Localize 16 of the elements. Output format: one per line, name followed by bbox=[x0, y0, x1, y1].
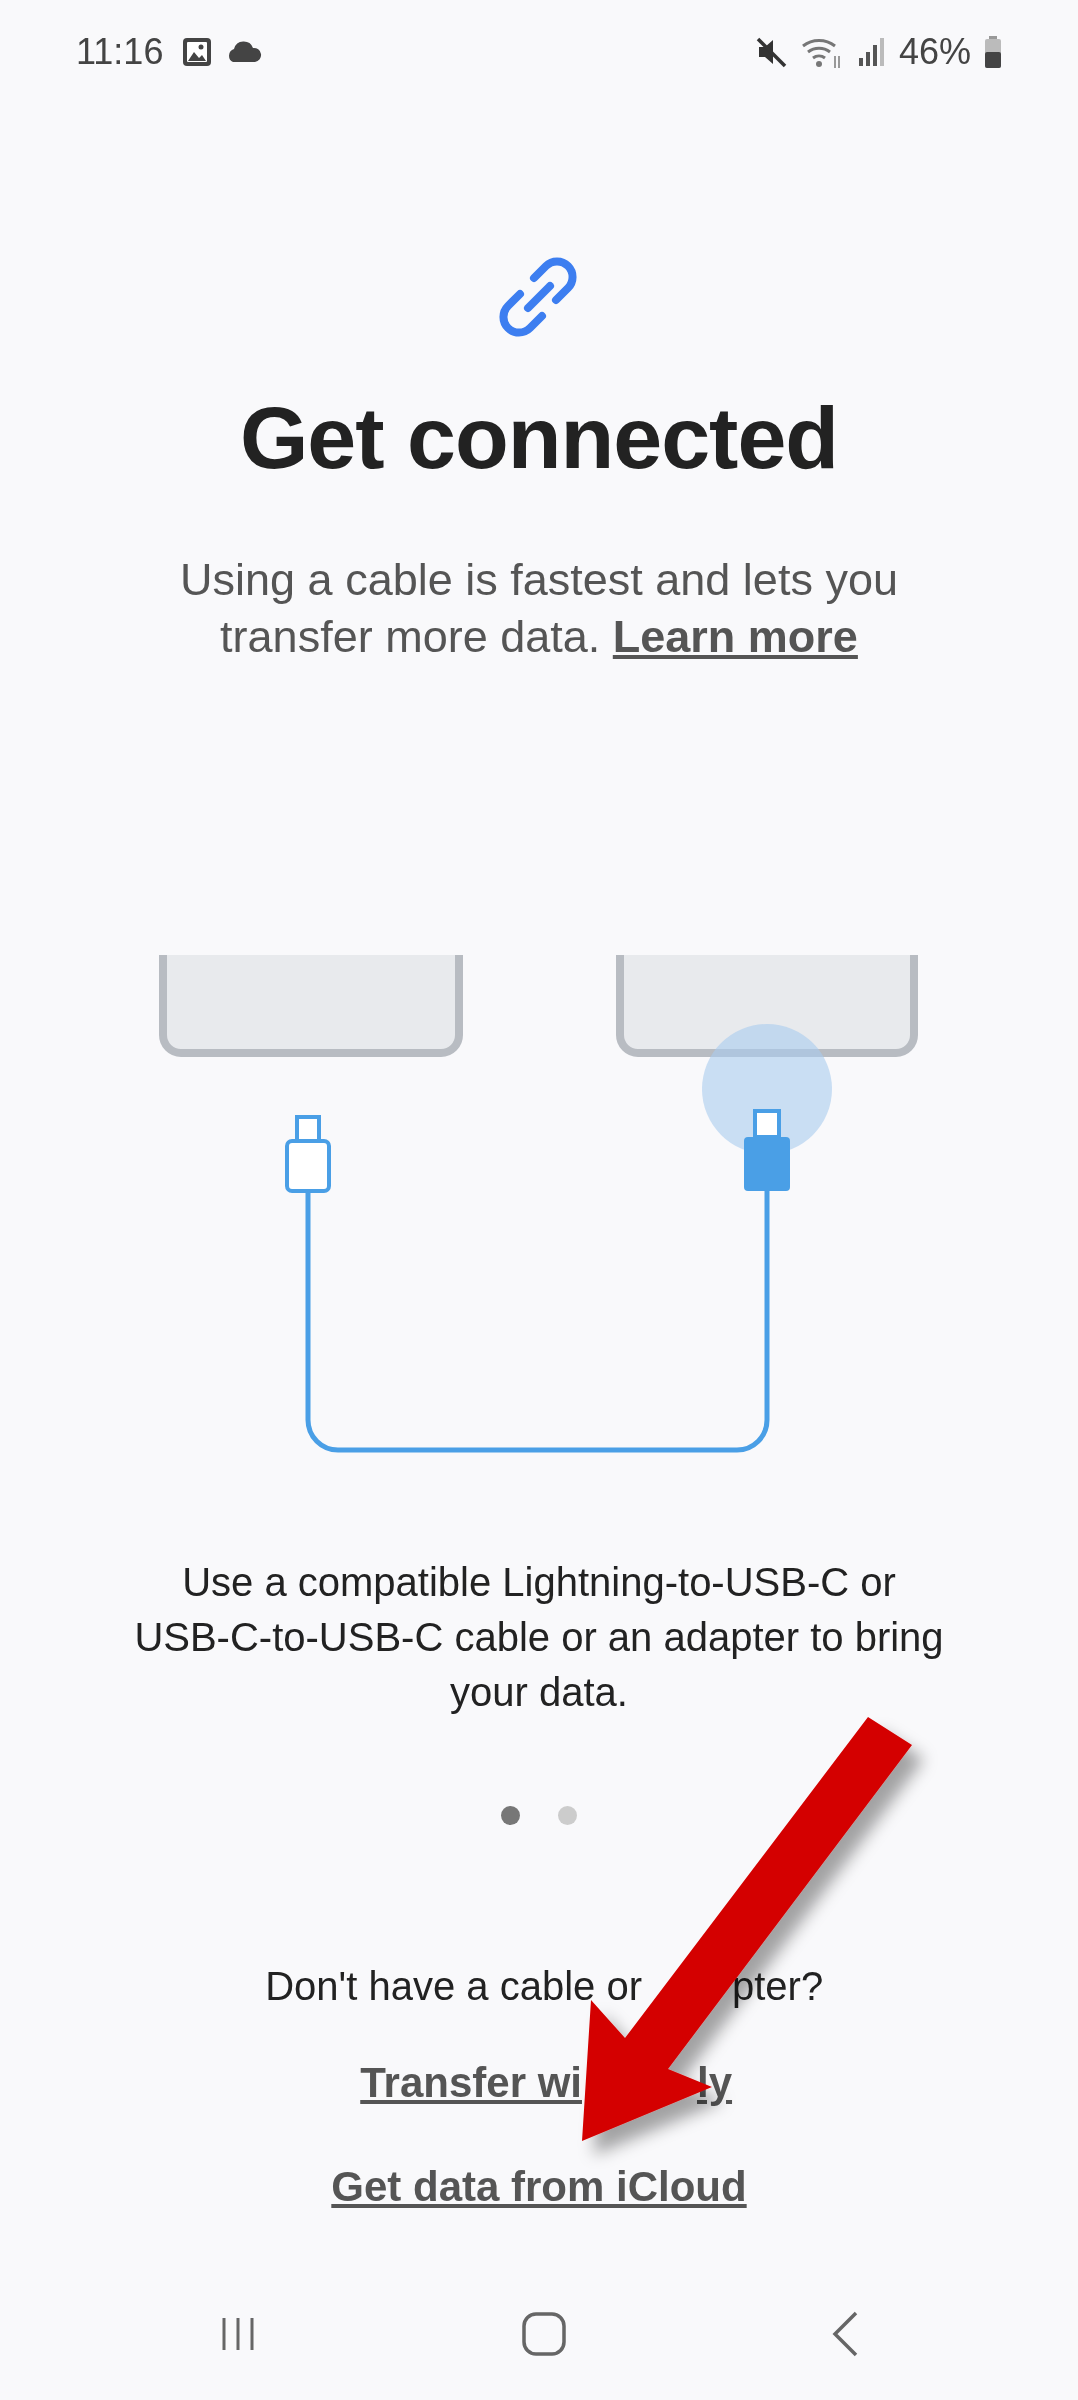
option-link[interactable]: Get data from iCloud bbox=[331, 2163, 747, 2211]
back-icon[interactable] bbox=[830, 2310, 860, 2358]
mute-icon bbox=[754, 36, 789, 68]
page-title: Get connected bbox=[239, 387, 839, 489]
option-link[interactable]: Transfer wi bbox=[360, 2059, 582, 2107]
cable-hint-text: Use a compatible Lightning-to-USB-C or USB-C-to-USB-C cable or an adapter to bring your data. bbox=[133, 1559, 945, 1716]
no-cable-text: pter? bbox=[732, 1964, 824, 2009]
status-time: 11:16 bbox=[76, 31, 164, 73]
signal-icon bbox=[856, 36, 887, 68]
learn-more-link[interactable]: Learn more bbox=[612, 611, 858, 662]
battery-icon bbox=[983, 35, 1003, 69]
home-icon[interactable] bbox=[520, 2310, 568, 2358]
intro-text: Using a cable is fastest and lets you transfer more data. Learn more bbox=[179, 553, 899, 664]
no-cable-text: Don't have a cable or bbox=[265, 1964, 642, 2009]
battery-percent: 46% bbox=[898, 31, 971, 73]
image-icon bbox=[181, 36, 214, 68]
